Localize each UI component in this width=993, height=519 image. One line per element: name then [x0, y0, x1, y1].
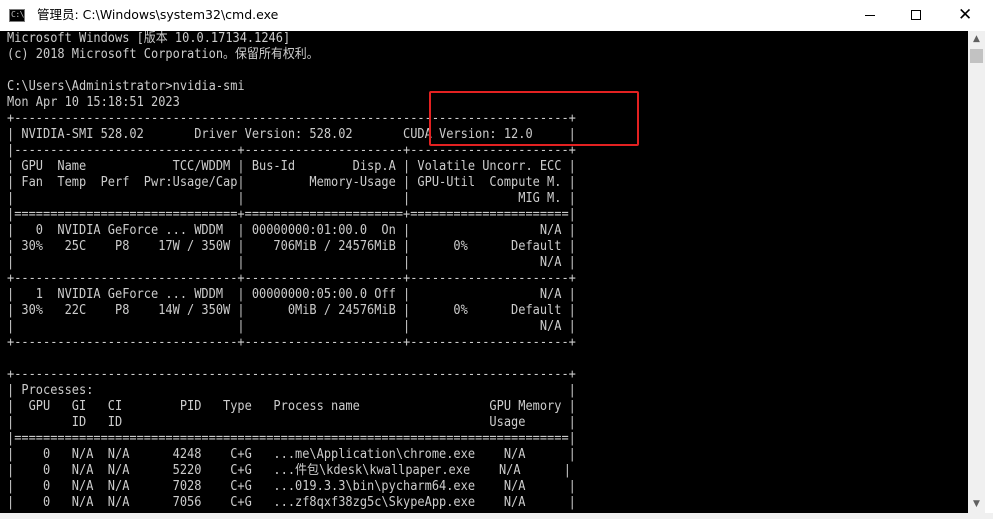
console-line: | 1 NVIDIA GeForce ... WDDM | 00000000:0…	[7, 287, 576, 302]
vertical-scrollbar[interactable]: ▲ ▼	[968, 31, 985, 513]
console-line: (c) 2018 Microsoft Corporation。保留所有权利。	[7, 47, 319, 62]
console-line: Mon Apr 10 15:18:51 2023	[7, 95, 180, 110]
maximize-icon	[911, 10, 921, 20]
console-line: | GPU Name TCC/WDDM | Bus-Id Disp.A | Vo…	[7, 159, 576, 174]
console-line: | | | N/A |	[7, 319, 576, 334]
console-line: | Fan Temp Perf Pwr:Usage/Cap| Memory-Us…	[7, 175, 576, 190]
window-bottom-border	[0, 513, 993, 519]
cuda-version-highlight	[429, 91, 639, 146]
console-line: +-------------------------------+-------…	[7, 271, 576, 286]
cmd-window: C:\ 管理员: C:\Windows\system32\cmd.exe ✕ M…	[0, 0, 993, 519]
console-line: | 0 NVIDIA GeForce ... WDDM | 00000000:0…	[7, 223, 576, 238]
console-line: | Processes: |	[7, 383, 576, 398]
console-line: | 30% 22C P8 14W / 350W | 0MiB / 24576Mi…	[7, 303, 576, 318]
close-icon: ✕	[958, 5, 973, 25]
window-title: 管理员: C:\Windows\system32\cmd.exe	[37, 7, 279, 22]
console-line: | 0 N/A N/A 7028 C+G ...019.3.3\bin\pych…	[7, 479, 576, 494]
scroll-down-arrow-icon[interactable]: ▼	[968, 496, 985, 513]
console-line: | | | N/A |	[7, 255, 576, 270]
close-button[interactable]: ✕	[939, 0, 993, 31]
console-line: |===============================+=======…	[7, 207, 576, 222]
console-line: | GPU GI CI PID Type Process name GPU Me…	[7, 399, 576, 414]
console-line: Microsoft Windows [版本 10.0.17134.1246]	[7, 31, 291, 46]
window-right-border	[985, 31, 993, 519]
console-line: | 0 N/A N/A 4248 C+G ...me\Application\c…	[7, 447, 576, 462]
minimize-icon	[865, 15, 875, 16]
console-line: | ID ID Usage |	[7, 415, 576, 430]
minimize-button[interactable]	[847, 0, 893, 31]
scroll-thumb[interactable]	[970, 49, 983, 63]
console-line: |=======================================…	[7, 431, 576, 446]
cmd-app-icon-text: C:\	[11, 10, 24, 19]
console-line: +-------------------------------+-------…	[7, 335, 576, 350]
console-line: | | | MIG M. |	[7, 191, 576, 206]
console-line: C:\Users\Administrator>nvidia-smi	[7, 79, 245, 94]
scroll-up-arrow-icon[interactable]: ▲	[968, 31, 985, 48]
title-bar[interactable]: C:\ 管理员: C:\Windows\system32\cmd.exe ✕	[0, 0, 993, 32]
maximize-button[interactable]	[893, 0, 939, 31]
cmd-app-icon[interactable]: C:\	[9, 9, 25, 22]
console-line: +---------------------------------------…	[7, 367, 576, 382]
console-line: | 0 N/A N/A 7056 C+G ...zf8qxf38zg5c\Sky…	[7, 495, 576, 510]
console-line: | 0 N/A N/A 5220 C+G ...件包\kdesk\kwallpa…	[7, 463, 571, 478]
console-line: | 30% 25C P8 17W / 350W | 706MiB / 24576…	[7, 239, 576, 254]
